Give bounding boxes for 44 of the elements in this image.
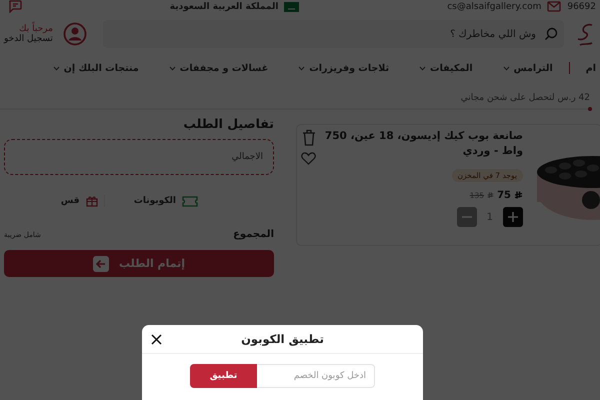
currency-icon xyxy=(514,191,523,200)
search-field[interactable]: وش اللي مخاطرك ؟ xyxy=(102,20,538,48)
increase-button[interactable] xyxy=(503,207,523,227)
plus-icon xyxy=(508,212,518,222)
dialog-title: تطبيق الكوبون xyxy=(241,332,324,346)
arrow-left-icon xyxy=(92,256,109,272)
checkout-button[interactable]: إتمام الطلب xyxy=(4,250,274,277)
nav-item[interactable]: منتجات البلك إن xyxy=(52,62,139,74)
total-label: الاجمالي xyxy=(232,152,263,162)
decrease-button[interactable] xyxy=(456,207,477,227)
gift-icon[interactable] xyxy=(86,195,98,207)
caret-icon xyxy=(298,66,306,70)
user-icon[interactable] xyxy=(62,22,87,46)
coupons-link[interactable]: الكوبونات xyxy=(134,196,176,206)
nav-item[interactable]: ام xyxy=(586,62,596,74)
nav-item[interactable]: الترامس xyxy=(502,62,553,74)
chat-icon[interactable] xyxy=(8,0,22,13)
trash-icon[interactable] xyxy=(302,129,316,146)
apply-button[interactable]: تطبيق xyxy=(190,364,257,388)
search-icon xyxy=(544,27,558,41)
country-selector[interactable]: المملكة العربية السعودية xyxy=(170,2,278,12)
nav-item[interactable]: المكيفات xyxy=(419,62,473,74)
heart-icon[interactable] xyxy=(301,152,316,165)
greeting-text: مرحباً بك xyxy=(4,24,53,34)
close-icon[interactable] xyxy=(151,334,162,345)
phone-number: 96692 xyxy=(567,2,596,12)
caret-icon xyxy=(52,66,60,70)
order-details-heading: تفاصيل الطلب xyxy=(182,116,274,131)
search-button[interactable] xyxy=(538,20,564,48)
caret-icon xyxy=(168,66,176,70)
nav-item[interactable]: ثلاجات وفريزرات xyxy=(298,62,390,74)
sum-label: المجموع xyxy=(233,229,274,240)
email-link[interactable]: cs@alsaifgallery.com xyxy=(447,2,542,12)
login-link[interactable]: تسجيل الدخو xyxy=(4,34,53,44)
currency-icon xyxy=(487,192,494,199)
nav-item[interactable]: غسالات و مجففات xyxy=(168,62,268,74)
ticket-icon[interactable] xyxy=(182,196,198,206)
caret-icon xyxy=(502,66,510,70)
gift-link[interactable]: قس xyxy=(60,196,80,206)
product-title[interactable]: صانعة بوب كيك إديسون، 18 عين، 750 واط - وردي xyxy=(320,129,523,165)
caret-icon xyxy=(419,66,426,70)
mail-icon xyxy=(547,1,562,12)
coupon-field[interactable]: ادخل كوبون الخصم xyxy=(257,364,375,388)
price-text: 75 xyxy=(497,190,511,201)
